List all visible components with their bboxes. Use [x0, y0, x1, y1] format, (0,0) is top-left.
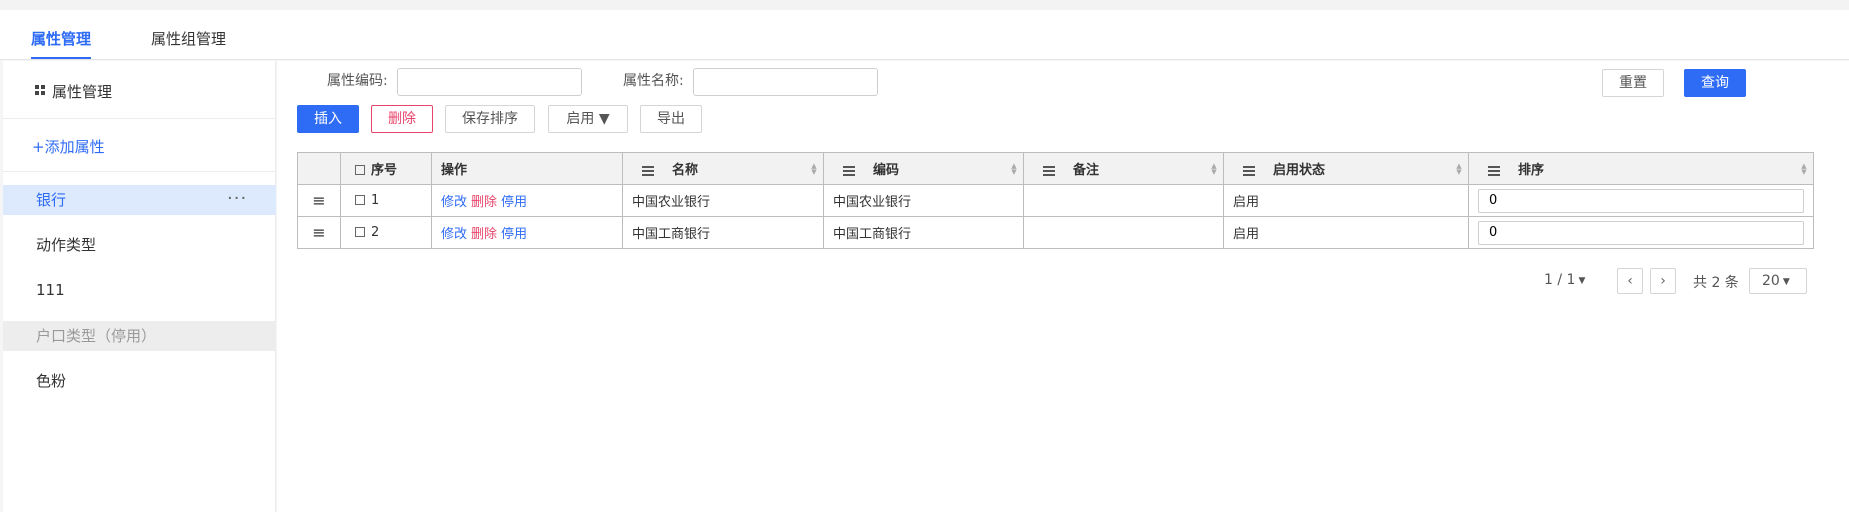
prev-page-button[interactable]: ‹	[1617, 268, 1643, 294]
sidebar-item-label: 银行	[36, 191, 67, 209]
sort-icon[interactable]: ▲ ▼	[1011, 163, 1017, 176]
sidebar-item-label: 色粉	[36, 372, 67, 390]
menu-icon[interactable]	[642, 164, 654, 178]
delete-link[interactable]: 删除	[471, 195, 497, 210]
main-content: 属性编码: 属性名称: 重置 查询 插入 删除 保存排序 启用 ▼ 导出 序号 …	[277, 61, 1849, 512]
cell-status: 启用	[1223, 184, 1469, 217]
query-button[interactable]: 查询	[1684, 69, 1746, 97]
more-icon[interactable]: ···	[227, 185, 247, 213]
sort-icon[interactable]: ▲ ▼	[1801, 163, 1807, 176]
edit-link[interactable]: 修改	[441, 195, 467, 210]
sidebar-item-label: 动作类型	[36, 236, 97, 254]
column-header-status[interactable]: 启用状态 ▲ ▼	[1223, 152, 1469, 185]
divider	[3, 171, 276, 172]
table-row: ≡ 1 修改 删除 停用 中国农业银行 中国农业银行 启用	[297, 184, 1814, 217]
menu-icon[interactable]	[1488, 164, 1500, 178]
drag-handle-icon[interactable]: ≡	[297, 216, 341, 249]
row-checkbox[interactable]	[355, 195, 365, 205]
sidebar-item-action-type[interactable]: 动作类型	[3, 230, 276, 260]
column-header-code[interactable]: 编码 ▲ ▼	[823, 152, 1024, 185]
menu-icon[interactable]	[1043, 164, 1055, 178]
page-size-select[interactable]: 20 ▼	[1749, 268, 1807, 294]
attribute-table: 序号 操作 名称 ▲ ▼ 编码 ▲ ▼ 备注 ▲ ▼ 启用状态 ▲ ▼ 排序 ▲ ▼ ≡ 1 修改删…	[297, 152, 1814, 249]
sidebar-title: 属性管理	[52, 83, 113, 101]
sort-icon[interactable]: ▲ ▼	[1211, 163, 1217, 176]
sidebar-item-toner[interactable]: 色粉	[3, 366, 276, 396]
tab-attribute-group-management[interactable]: 属性组管理	[151, 28, 226, 49]
delete-link[interactable]: 删除	[471, 227, 497, 242]
column-header-order[interactable]: 排序 ▲ ▼	[1468, 152, 1814, 185]
cell-remark	[1023, 216, 1224, 249]
total-count: 共 2 条	[1693, 275, 1739, 291]
cell-name: 中国工商银行	[622, 216, 824, 249]
sidebar-header: 属性管理	[3, 61, 276, 119]
column-header-actions: 操作	[431, 152, 623, 185]
column-header-remark[interactable]: 备注 ▲ ▼	[1023, 152, 1224, 185]
sidebar: 属性管理 +添加属性 银行 ··· 动作类型 111 户口类型（停用） 色粉	[3, 61, 276, 512]
table-header-row: 序号 操作 名称 ▲ ▼ 编码 ▲ ▼ 备注 ▲ ▼ 启用状态 ▲ ▼ 排序 ▲ ▼	[297, 152, 1814, 185]
cell-code: 中国农业银行	[823, 184, 1024, 217]
disable-link[interactable]: 停用	[501, 195, 527, 210]
menu-icon[interactable]	[843, 164, 855, 178]
table-row: ≡ 2 修改 删除 停用 中国工商银行 中国工商银行 启用	[297, 216, 1814, 249]
select-all-header[interactable]: 序号	[340, 152, 432, 185]
sidebar-item-account-type-disabled[interactable]: 户口类型（停用）	[3, 321, 276, 351]
cell-status: 启用	[1223, 216, 1469, 249]
menu-icon[interactable]	[1243, 164, 1255, 178]
cell-code: 中国工商银行	[823, 216, 1024, 249]
select-all-checkbox[interactable]	[355, 165, 365, 175]
drag-column-header	[297, 152, 341, 185]
sidebar-item-111[interactable]: 111	[3, 275, 276, 305]
row-seq: 2	[371, 225, 380, 240]
name-filter-label: 属性名称:	[623, 73, 684, 89]
order-input[interactable]	[1478, 188, 1804, 213]
next-page-button[interactable]: ›	[1650, 268, 1676, 294]
sort-icon[interactable]: ▲ ▼	[1456, 163, 1462, 176]
enable-dropdown-button[interactable]: 启用 ▼	[548, 105, 628, 133]
tab-attribute-management[interactable]: 属性管理	[31, 28, 91, 49]
cell-name: 中国农业银行	[622, 184, 824, 217]
caret-down-icon: ▼	[1782, 277, 1790, 287]
disable-link[interactable]: 停用	[501, 227, 527, 242]
tab-bar: 属性管理 属性组管理	[0, 10, 1849, 60]
name-filter-input[interactable]	[693, 68, 878, 96]
export-button[interactable]: 导出	[640, 105, 702, 133]
sidebar-item-label: 111	[36, 281, 65, 299]
reset-button[interactable]: 重置	[1602, 69, 1664, 97]
page-indicator[interactable]: 1 / 1 ▼	[1544, 272, 1585, 288]
add-attribute-link[interactable]: +添加属性	[32, 136, 105, 157]
row-seq: 1	[371, 193, 380, 208]
row-checkbox[interactable]	[355, 227, 365, 237]
grid-icon	[35, 85, 45, 95]
caret-down-icon: ▼	[1578, 276, 1586, 286]
edit-link[interactable]: 修改	[441, 227, 467, 242]
cell-remark	[1023, 184, 1224, 217]
column-header-name[interactable]: 名称 ▲ ▼	[622, 152, 824, 185]
seq-column-label: 序号	[371, 163, 398, 178]
sort-icon[interactable]: ▲ ▼	[811, 163, 817, 176]
drag-handle-icon[interactable]: ≡	[297, 184, 341, 217]
delete-button[interactable]: 删除	[371, 105, 433, 133]
save-order-button[interactable]: 保存排序	[445, 105, 535, 133]
code-filter-input[interactable]	[397, 68, 582, 96]
top-strip	[0, 0, 1849, 10]
code-filter-label: 属性编码:	[327, 73, 388, 89]
sidebar-item-label: 户口类型（停用）	[36, 327, 157, 345]
sidebar-item-bank[interactable]: 银行 ···	[3, 185, 276, 215]
order-input[interactable]	[1478, 220, 1804, 245]
active-tab-indicator	[31, 57, 91, 59]
insert-button[interactable]: 插入	[297, 105, 359, 133]
